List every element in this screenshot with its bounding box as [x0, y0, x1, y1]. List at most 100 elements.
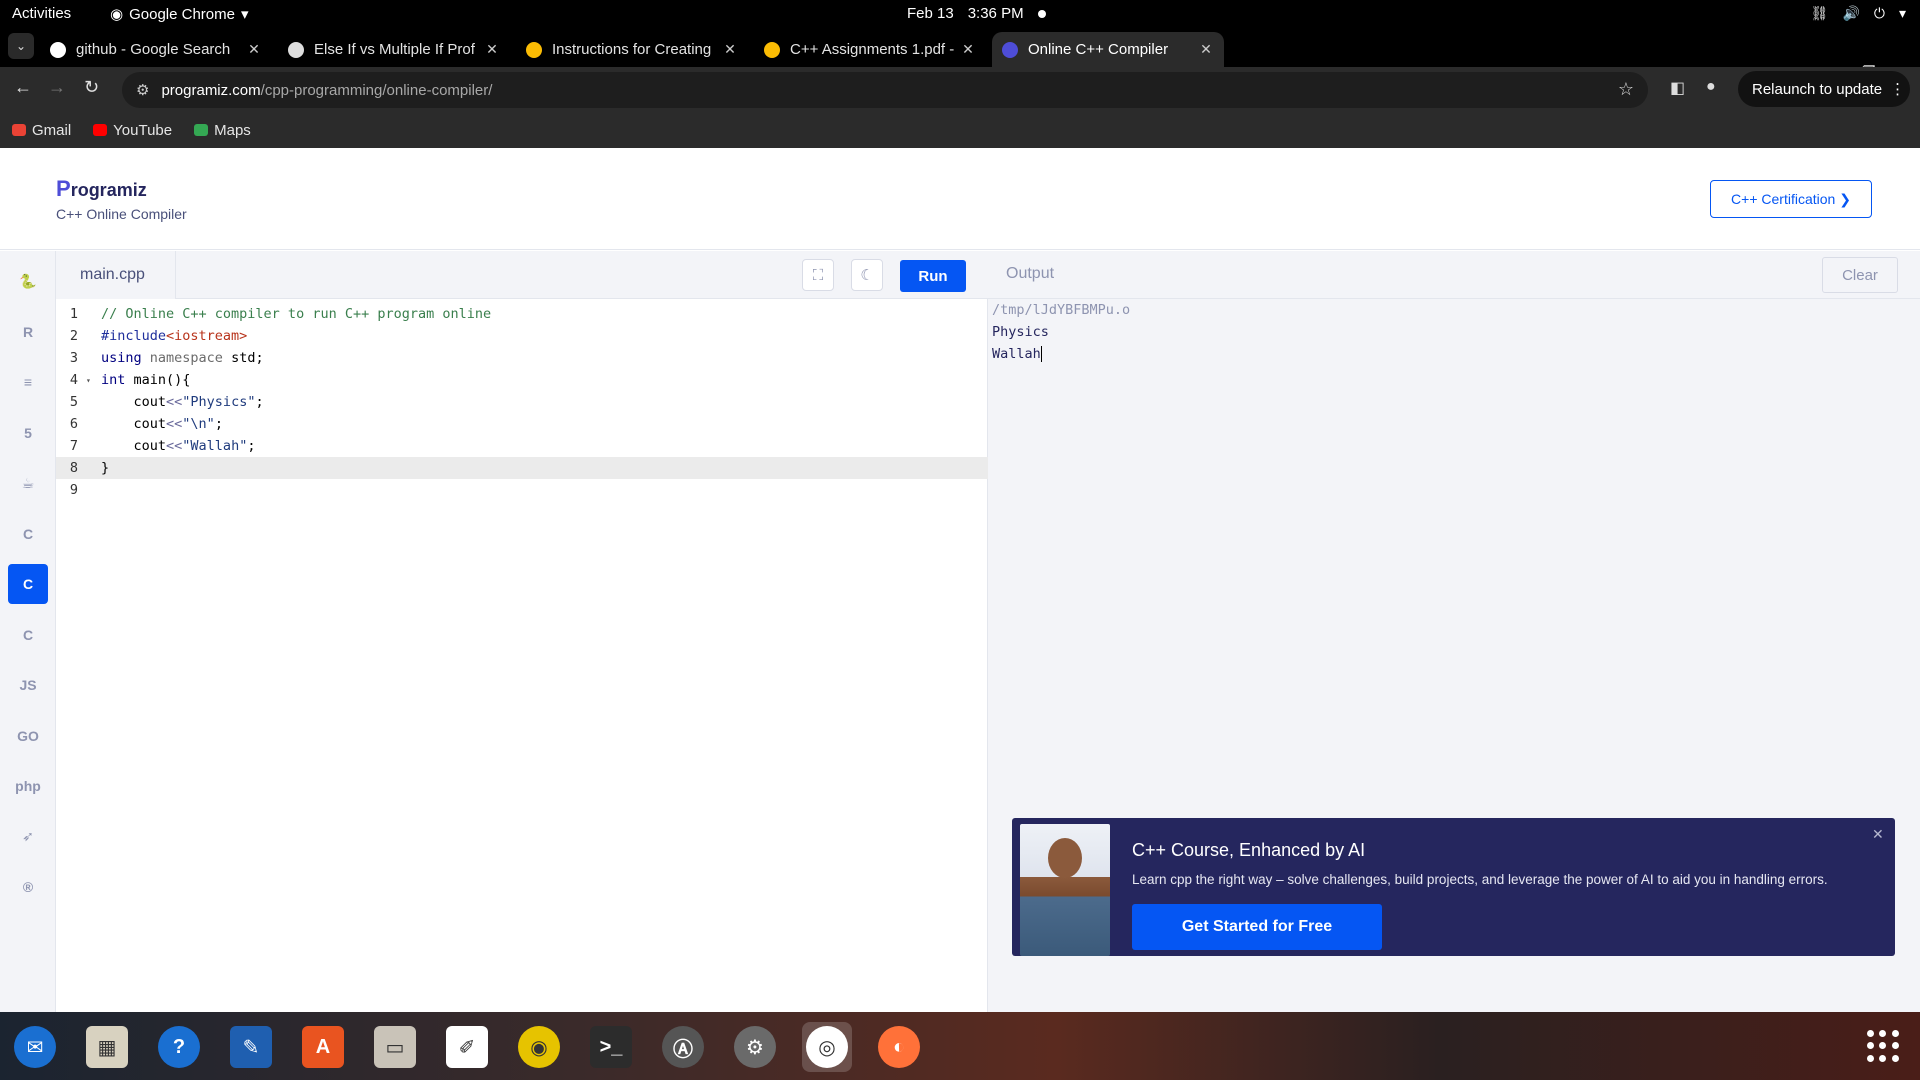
code-line[interactable]: 7 cout<<"Wallah";: [56, 435, 988, 457]
google-icon: [50, 41, 66, 58]
thunderbird-icon[interactable]: ✉: [10, 1022, 60, 1072]
forward-button[interactable]: →: [48, 77, 66, 98]
files-icon[interactable]: ▭: [370, 1022, 420, 1072]
more-menu-icon[interactable]: ⋮: [1890, 80, 1905, 98]
browser-tab[interactable]: Online C++ Compiler ✕: [992, 32, 1224, 67]
code-editor[interactable]: 1 // Online C++ compiler to run C++ progr…: [56, 299, 988, 1012]
dark-mode-button[interactable]: ☾: [851, 259, 883, 291]
page-subtitle: C++ Online Compiler: [56, 206, 187, 222]
go-icon[interactable]: GO: [8, 716, 48, 756]
programiz-icon: [1002, 41, 1018, 58]
browser-tab[interactable]: Instructions for Creating ✕: [516, 32, 748, 67]
site-header: Programiz C++ Online Compiler C++ Certif…: [0, 148, 1920, 250]
promo-close-icon[interactable]: ✕: [1872, 826, 1884, 843]
close-tab-icon[interactable]: ✕: [246, 41, 262, 58]
php-icon[interactable]: php: [8, 766, 48, 806]
code-line[interactable]: 8}: [56, 457, 988, 479]
text-editor-icon[interactable]: ✐: [442, 1022, 492, 1072]
course-promo-banner: C++ Course, Enhanced by AI Learn cpp the…: [1012, 818, 1895, 956]
clock[interactable]: Feb 13 3:36 PM: [907, 5, 1046, 22]
sql-icon[interactable]: ≡: [8, 362, 48, 402]
tab-title: C++ Assignments 1.pdf -: [790, 41, 955, 58]
rhythmbox-icon[interactable]: ◉: [514, 1022, 564, 1072]
tab-title: Instructions for Creating: [552, 41, 712, 58]
relaunch-button[interactable]: Relaunch to update ⋮: [1738, 71, 1910, 107]
chrome-icon[interactable]: ◎: [802, 1022, 852, 1072]
writer-icon[interactable]: ✎: [226, 1022, 276, 1072]
bookmarks-bar: Gmail YouTube Maps: [0, 112, 1920, 148]
chrome-small-icon: ◉: [110, 6, 124, 23]
output-line: Physics: [992, 324, 1049, 340]
file-tab-main[interactable]: main.cpp: [56, 251, 176, 299]
code-line[interactable]: 3 using namespace std;: [56, 347, 988, 369]
fullscreen-button[interactable]: ⛶: [802, 259, 834, 291]
line-number: 8: [69, 460, 78, 476]
bookmark-youtube[interactable]: YouTube: [93, 122, 172, 139]
profile-icon[interactable]: ●: [1706, 78, 1716, 96]
clear-button[interactable]: Clear: [1822, 257, 1898, 293]
tab-search-button[interactable]: ⌄: [8, 33, 34, 59]
code-line[interactable]: 6 cout<<"\n";: [56, 413, 988, 435]
certification-button[interactable]: C++ Certification ❯: [1710, 180, 1872, 218]
firefox-icon[interactable]: ◐: [874, 1022, 924, 1072]
settings-icon[interactable]: ⚙: [730, 1022, 780, 1072]
code-line[interactable]: 2 #include<iostream>: [56, 325, 988, 347]
cpp-icon[interactable]: C: [8, 564, 48, 604]
browser-tab[interactable]: C++ Assignments 1.pdf - ✕: [754, 32, 986, 67]
help-icon[interactable]: ?: [154, 1022, 204, 1072]
browser-tab[interactable]: github - Google Search ✕: [40, 32, 272, 67]
close-tab-icon[interactable]: ✕: [722, 41, 738, 58]
system-tray[interactable]: ⛓ 🔊 ⏻ ▾: [1811, 5, 1906, 22]
swift-icon[interactable]: ➶: [8, 817, 48, 857]
site-info-icon[interactable]: ⚙: [136, 81, 149, 99]
python-icon[interactable]: 🐍: [8, 261, 48, 301]
tab-strip: ⌄ github - Google Search ✕ Else If vs Mult…: [0, 27, 1920, 86]
page-content: Programiz C++ Online Compiler C++ Certif…: [0, 148, 1920, 1012]
code-line[interactable]: 1 // Online C++ compiler to run C++ progr…: [56, 303, 988, 325]
bookmark-gmail[interactable]: Gmail: [12, 122, 71, 139]
back-button[interactable]: ←: [14, 77, 32, 98]
show-apps-icon[interactable]: [1867, 1030, 1899, 1062]
get-started-button[interactable]: Get Started for Free: [1132, 904, 1382, 950]
reload-button[interactable]: ↻: [84, 77, 99, 98]
programiz-logo[interactable]: Programiz: [56, 176, 147, 202]
output-line: /tmp/lJdYBFBMPu.o: [992, 302, 1131, 318]
power-icon: ⏻: [1873, 5, 1885, 21]
activities-button[interactable]: Activities: [12, 5, 71, 22]
bookmark-star-icon[interactable]: ☆: [1618, 79, 1634, 100]
bookmark-maps[interactable]: Maps: [194, 122, 251, 139]
browser-tab[interactable]: Else If vs Multiple If Prof ✕: [278, 32, 510, 67]
sudoku-icon[interactable]: ▦: [82, 1022, 132, 1072]
html-icon[interactable]: 5: [8, 413, 48, 453]
address-bar[interactable]: ⚙ programiz.com /cpp-programming/online-…: [122, 72, 1648, 108]
text-caret: [1040, 346, 1042, 362]
tab-title: github - Google Search: [76, 41, 231, 58]
side-panel-icon[interactable]: ◧: [1670, 78, 1685, 98]
close-tab-icon[interactable]: ✕: [960, 41, 976, 58]
code-line[interactable]: 5 cout<<"Physics";: [56, 391, 988, 413]
terminal-icon[interactable]: >_: [586, 1022, 636, 1072]
java-icon[interactable]: ☕: [8, 463, 48, 503]
rust-icon[interactable]: ®: [8, 867, 48, 907]
output-title: Output: [1006, 265, 1055, 282]
line-number: 1: [69, 306, 78, 322]
notification-dot-icon: [1037, 9, 1046, 18]
run-button[interactable]: Run: [900, 260, 966, 292]
wordpress-icon: [288, 41, 304, 58]
drive-icon: [526, 41, 542, 58]
app-center-icon[interactable]: A: [298, 1022, 348, 1072]
close-tab-icon[interactable]: ✕: [484, 41, 500, 58]
code-text: cout<<"Physics";: [101, 394, 264, 410]
r-icon[interactable]: R: [8, 312, 48, 352]
code-text: int main(){: [101, 372, 191, 388]
js-icon[interactable]: JS: [8, 665, 48, 705]
software-updater-icon[interactable]: Ⓐ: [658, 1022, 708, 1072]
close-tab-icon[interactable]: ✕: [1198, 41, 1214, 58]
app-menu[interactable]: ◉ Google Chrome ▾: [110, 5, 249, 24]
code-line[interactable]: 9: [56, 479, 988, 501]
code-line[interactable]: 4 ▾ int main(){: [56, 369, 988, 391]
csharp-icon[interactable]: C: [8, 615, 48, 655]
fold-arrow-icon[interactable]: ▾: [86, 376, 96, 385]
c-icon[interactable]: C: [8, 514, 48, 554]
moon-icon: ☾: [860, 267, 874, 284]
